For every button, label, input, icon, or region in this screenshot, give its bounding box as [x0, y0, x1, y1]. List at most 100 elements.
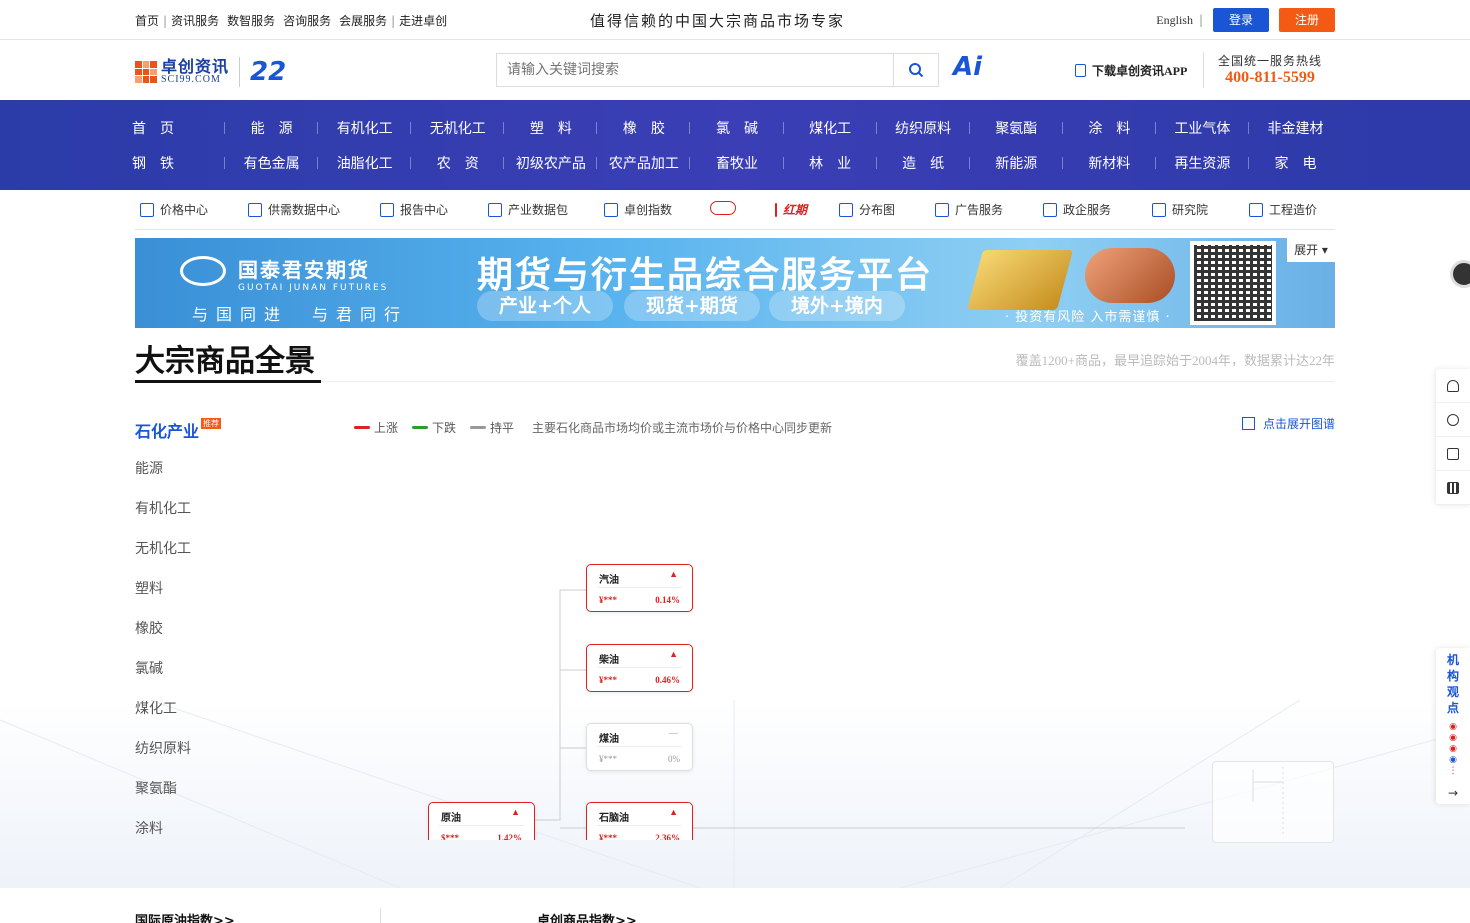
top-link[interactable]: 数智服务 — [227, 12, 275, 29]
sub-nav-item[interactable]: 产业数据包 — [488, 201, 568, 218]
main-nav-item[interactable]: 纺织原料 — [877, 118, 970, 138]
commodity-card[interactable]: 柴油 ▲ ¥*** 0.46% — [586, 644, 693, 692]
legend-up-swatch — [354, 426, 370, 429]
menu-item[interactable]: 无机化工 — [135, 538, 221, 578]
industry-menu: 石化产业 推荐 能源 有机化工 无机化工 塑料 橡胶 氯碱 煤化工 纺织原料 聚氨酯 涂料 — [135, 418, 222, 858]
menu-item[interactable]: 涂料 — [135, 818, 221, 858]
top-link[interactable]: 资讯服务 — [171, 12, 219, 29]
package-icon — [488, 202, 502, 217]
legend-note: 主要石化商品市场均价或主流市场价与价格中心同步更新 — [532, 421, 833, 435]
sub-nav-label: 政企服务 — [1063, 203, 1112, 217]
card-divider — [439, 825, 524, 826]
main-nav-item[interactable]: 有机化工 — [318, 118, 412, 138]
logo[interactable]: 卓创资讯 SCI99.COM 22 — [135, 57, 286, 87]
main-nav-item[interactable]: 初级农产品 — [504, 153, 598, 173]
main-nav-item[interactable]: 造 纸 — [877, 153, 970, 173]
banner-pill: 产业+个人 — [477, 291, 613, 321]
banner-expand-button[interactable]: 展开 ▾ — [1287, 238, 1335, 262]
institution-views-panel[interactable]: 机构观点 ◉ ◉ ◉ ◉ ⋮ → — [1436, 648, 1470, 804]
top-right: English | 登录 注册 — [1156, 8, 1335, 32]
minimap-preview — [1252, 767, 1284, 837]
sub-nav-item[interactable]: 报告中心 — [380, 201, 448, 218]
commodity-card[interactable]: 汽油 ▲ ¥*** 0.14% — [586, 564, 693, 612]
commodity-tree: 汽油 ▲ ¥*** 0.14% 柴油 ▲ ¥*** 0.46% 煤油 — ¥*** 0% 原油 ▲ $***… — [340, 440, 1200, 840]
main-nav-item[interactable]: 非金建材 — [1249, 118, 1342, 138]
main-nav-item[interactable]: 有色金属 — [225, 153, 319, 173]
commodity-card[interactable]: 煤油 — ¥*** 0% — [586, 723, 693, 771]
main-nav-item[interactable]: 工业气体 — [1156, 118, 1250, 138]
sub-nav-item[interactable]: 政企服务 — [1043, 201, 1111, 218]
top-link[interactable]: 走进卓创 — [399, 12, 447, 29]
login-button[interactable]: 登录 — [1213, 8, 1269, 32]
sub-nav-item[interactable]: 广告服务 — [935, 201, 1003, 218]
main-nav-item[interactable]: 无机化工 — [411, 118, 505, 138]
main-nav-item[interactable]: 煤化工 — [784, 118, 877, 138]
sub-nav-item[interactable] — [710, 201, 742, 215]
sub-nav-item[interactable]: 工程造价 — [1249, 201, 1317, 218]
commodity-card[interactable]: 石脑油 ▲ ¥*** 2.36% — [586, 802, 693, 840]
menu-item[interactable]: 煤化工 — [135, 698, 221, 738]
main-nav-item[interactable]: 氯 碱 — [690, 118, 784, 138]
search-button[interactable] — [893, 54, 938, 86]
main-nav-item[interactable]: 新能源 — [970, 153, 1063, 173]
sub-nav-item[interactable]: 卓创指数 — [604, 201, 672, 218]
main-nav-item[interactable]: 聚氨酯 — [970, 118, 1063, 138]
sub-nav-item[interactable]: 价格中心 — [140, 201, 208, 218]
menu-item[interactable]: 纺织原料 — [135, 738, 221, 778]
ai-button[interactable]: Ai — [953, 52, 982, 82]
app-download-link[interactable]: 下载卓创资讯APP — [1075, 62, 1187, 79]
main-nav-item[interactable]: 钢 铁 — [132, 153, 226, 173]
main-nav-item[interactable]: 林 业 — [784, 153, 877, 173]
customer-service-button[interactable] — [1436, 369, 1470, 403]
crude-oil-index-link[interactable]: 国际原油指数>> — [135, 910, 235, 923]
expand-graph-link[interactable]: 点击展开图谱 — [1241, 415, 1335, 432]
main-nav-item[interactable]: 涂 料 — [1063, 118, 1156, 138]
main-nav-item[interactable]: 畜牧业 — [690, 153, 784, 173]
menu-item[interactable]: 能源 — [135, 458, 221, 498]
main-nav-item[interactable]: 油脂化工 — [318, 153, 412, 173]
english-link[interactable]: English — [1156, 13, 1193, 28]
institute-icon — [1152, 202, 1166, 217]
commodity-change: 0.46% — [655, 675, 680, 685]
main-nav-item[interactable]: 农 资 — [411, 153, 505, 173]
sub-nav-item[interactable]: 研究院 — [1152, 201, 1208, 218]
main-nav-item[interactable]: 塑 料 — [504, 118, 598, 138]
mascot-icon[interactable] — [1440, 240, 1470, 302]
graph-minimap[interactable] — [1212, 761, 1334, 843]
top-link[interactable]: 会展服务 — [339, 12, 387, 29]
sub-nav-item[interactable]: 分布图 — [839, 201, 895, 218]
sub-nav-item[interactable]: 供需数据中心 — [248, 201, 340, 218]
main-nav-item[interactable]: 家 电 — [1249, 153, 1342, 173]
ad-banner[interactable]: 国泰君安期货 GUOTAI JUNAN FUTURES 与国同进 与君同行 期货… — [135, 238, 1335, 328]
main-nav-item[interactable]: 橡 胶 — [597, 118, 691, 138]
main-nav-item[interactable]: 首 页 — [132, 118, 226, 138]
top-link[interactable]: 首页 — [135, 12, 159, 29]
menu-item[interactable]: 塑料 — [135, 578, 221, 618]
sub-nav-label: 工程造价 — [1269, 203, 1318, 217]
sub-nav-item[interactable]: 红期 — [775, 201, 807, 218]
commodity-name: 石脑油 — [599, 813, 629, 824]
main-nav-item[interactable]: 再生资源 — [1156, 153, 1250, 173]
menu-item-petrochemical[interactable]: 石化产业 推荐 — [135, 418, 222, 458]
main-nav-item[interactable]: 新材料 — [1063, 153, 1156, 173]
commodity-card[interactable]: 原油 ▲ $*** 1.42% — [428, 802, 535, 840]
menu-item[interactable]: 氯碱 — [135, 658, 221, 698]
right-toolbar — [1436, 369, 1470, 505]
top-link[interactable]: 咨询服务 — [283, 12, 331, 29]
main-nav-item[interactable]: 农产品加工 — [597, 153, 691, 173]
hotline-title: 全国统一服务热线 — [1218, 54, 1323, 68]
menu-item[interactable]: 橡胶 — [135, 618, 221, 658]
legend-up: 上涨 — [354, 419, 398, 436]
qrcode-button[interactable] — [1436, 471, 1470, 505]
menu-item[interactable]: 有机化工 — [135, 498, 221, 538]
recommend-tag: 推荐 — [201, 418, 222, 429]
banner-company-en: GUOTAI JUNAN FUTURES — [238, 283, 389, 293]
search-input[interactable] — [497, 54, 893, 86]
register-button[interactable]: 注册 — [1279, 8, 1335, 32]
feedback-button[interactable] — [1436, 437, 1470, 471]
menu-item[interactable]: 聚氨酯 — [135, 778, 221, 818]
sci-index-link[interactable]: 卓创商品指数>> — [537, 910, 637, 923]
contact-button[interactable] — [1436, 403, 1470, 437]
logo-domain: SCI99.COM — [161, 74, 221, 85]
main-nav-item[interactable]: 能 源 — [225, 118, 319, 138]
